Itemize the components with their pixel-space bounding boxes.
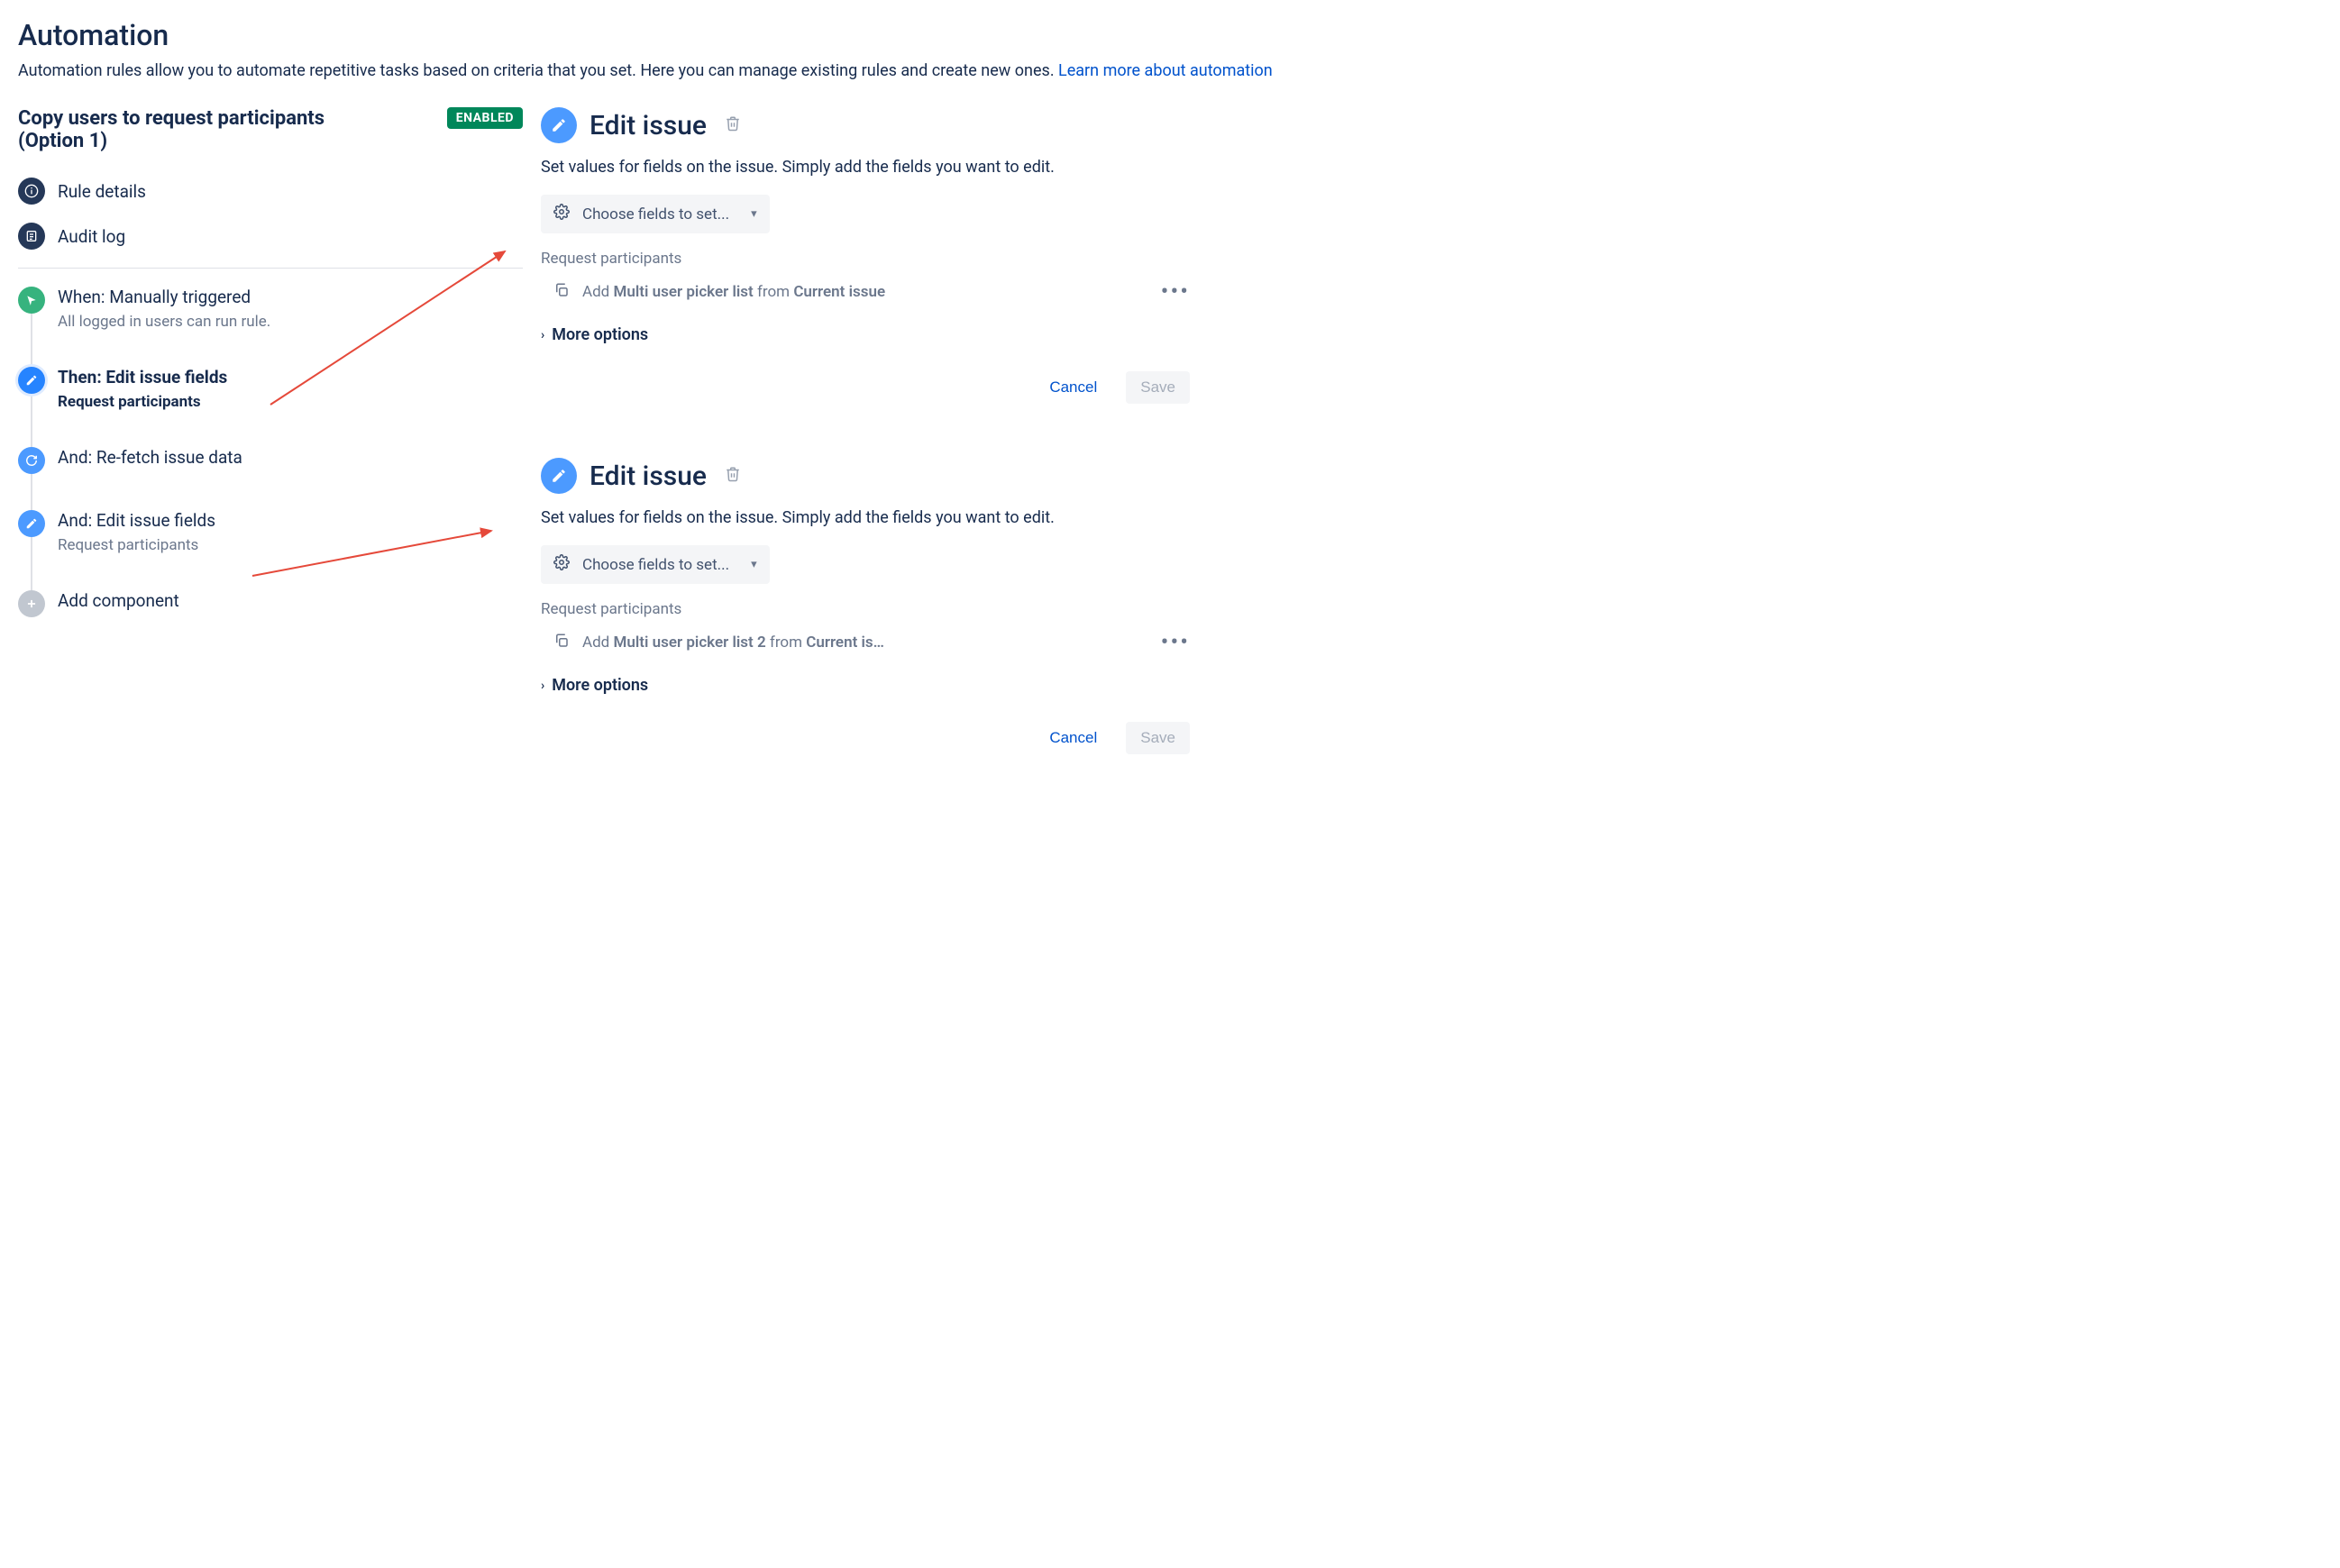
add-component-title: Add component (58, 590, 179, 611)
edit-issue-panel-1: Edit issue Set values for fields on the … (541, 107, 1190, 404)
panel-title: Edit issue (590, 110, 707, 141)
rule-name: Copy users to request participants (Opti… (18, 107, 343, 152)
pencil-icon (541, 107, 577, 143)
flow-step-and-edit[interactable]: And: Edit issue fields Request participa… (18, 510, 523, 590)
flow-step-add-component[interactable]: Add component (18, 590, 523, 653)
nav-rule-details[interactable]: Rule details (18, 178, 523, 205)
copy-icon (553, 633, 570, 652)
page-subtitle: Automation rules allow you to automate r… (18, 61, 2322, 80)
nav-audit-log-label: Audit log (58, 226, 125, 247)
nav-rule-details-label: Rule details (58, 181, 146, 202)
gear-icon (553, 204, 570, 224)
trigger-title: When: Manually triggered (58, 287, 270, 307)
refresh-icon (18, 447, 45, 474)
field-value-row[interactable]: Add Multi user picker list 2 from Curren… (541, 629, 1190, 656)
flow-step-trigger[interactable]: When: Manually triggered All logged in u… (18, 287, 523, 367)
trash-icon[interactable] (725, 115, 741, 135)
pencil-icon (18, 367, 45, 394)
pencil-icon (541, 458, 577, 494)
save-button: Save (1126, 722, 1190, 754)
and-edit-sub: Request participants (58, 536, 215, 554)
more-actions-icon[interactable]: ••• (1161, 629, 1190, 656)
field-value-text: Add Multi user picker list 2 from Curren… (582, 634, 884, 652)
save-button: Save (1126, 371, 1190, 404)
more-options-toggle[interactable]: › More options (541, 325, 1190, 344)
more-options-label: More options (552, 676, 648, 695)
learn-more-link[interactable]: Learn more about automation (1058, 61, 1273, 80)
choose-fields-label: Choose fields to set... (582, 556, 729, 574)
cancel-button[interactable]: Cancel (1035, 722, 1111, 754)
field-label: Request participants (541, 250, 1190, 268)
choose-fields-label: Choose fields to set... (582, 205, 729, 223)
divider (18, 268, 523, 269)
trash-icon[interactable] (725, 466, 741, 486)
more-actions-icon[interactable]: ••• (1161, 278, 1190, 305)
subtitle-text: Automation rules allow you to automate r… (18, 61, 1058, 80)
more-options-label: More options (552, 325, 648, 344)
gear-icon (553, 554, 570, 575)
and-edit-title: And: Edit issue fields (58, 510, 215, 531)
flow-step-refetch[interactable]: And: Re-fetch issue data (18, 447, 523, 510)
then-edit-title: Then: Edit issue fields (58, 367, 227, 387)
cursor-icon (18, 287, 45, 314)
trigger-sub: All logged in users can run rule. (58, 313, 270, 331)
status-badge: ENABLED (447, 107, 523, 129)
panel-desc: Set values for fields on the issue. Simp… (541, 508, 1190, 527)
plus-icon (18, 590, 45, 617)
more-options-toggle[interactable]: › More options (541, 676, 1190, 695)
chevron-down-icon: ▾ (751, 207, 757, 221)
field-label: Request participants (541, 600, 1190, 618)
pencil-icon (18, 510, 45, 537)
page-title: Automation (18, 18, 2322, 52)
field-value-text: Add Multi user picker list from Current … (582, 283, 885, 301)
refetch-title: And: Re-fetch issue data (58, 447, 242, 468)
chevron-right-icon: › (541, 328, 544, 342)
chevron-right-icon: › (541, 679, 544, 693)
flow-step-then-edit[interactable]: Then: Edit issue fields Request particip… (18, 367, 523, 447)
choose-fields-button[interactable]: Choose fields to set... ▾ (541, 195, 770, 233)
chevron-down-icon: ▾ (751, 558, 757, 571)
panel-desc: Set values for fields on the issue. Simp… (541, 158, 1190, 177)
panel-title: Edit issue (590, 460, 707, 492)
cancel-button[interactable]: Cancel (1035, 371, 1111, 404)
edit-issue-panel-2: Edit issue Set values for fields on the … (541, 458, 1190, 754)
copy-icon (553, 282, 570, 302)
log-icon (18, 223, 45, 250)
nav-audit-log[interactable]: Audit log (18, 223, 523, 250)
field-value-row[interactable]: Add Multi user picker list from Current … (541, 278, 1190, 305)
choose-fields-button[interactable]: Choose fields to set... ▾ (541, 545, 770, 584)
info-icon (18, 178, 45, 205)
then-edit-sub: Request participants (58, 393, 227, 411)
